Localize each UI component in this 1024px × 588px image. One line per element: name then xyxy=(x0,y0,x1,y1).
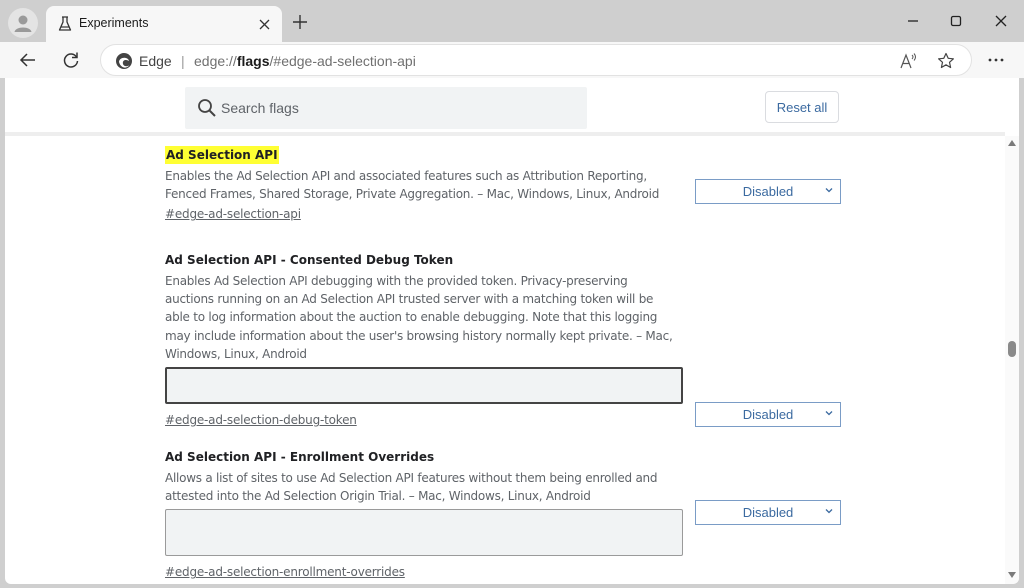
flag-state-select[interactable]: Disabled xyxy=(695,500,841,525)
tab-strip: Experiments xyxy=(0,0,1024,42)
flags-list: Ad Selection API Enables the Ad Selectio… xyxy=(5,140,1005,584)
close-icon xyxy=(259,19,269,29)
chevron-down-icon xyxy=(825,188,833,193)
maximize-button[interactable] xyxy=(942,8,970,34)
flag-title: Ad Selection API - Enrollment Overrides xyxy=(165,450,435,464)
flag-text-input[interactable] xyxy=(165,509,683,557)
flag-item: Ad Selection API Enables the Ad Selectio… xyxy=(165,146,865,223)
back-button[interactable] xyxy=(14,46,42,74)
read-aloud-icon xyxy=(900,53,916,69)
url-host: flags xyxy=(236,53,270,69)
flag-item: Ad Selection API - Consented Debug Token… xyxy=(165,251,865,429)
flag-description: Enables Ad Selection API debugging with … xyxy=(165,274,673,361)
url-scheme: edge:// xyxy=(194,53,237,69)
edge-logo-icon xyxy=(116,53,132,69)
vertical-scrollbar[interactable] xyxy=(1005,136,1019,584)
refresh-button[interactable] xyxy=(57,46,85,74)
flag-description: Allows a list of sites to use Ad Selecti… xyxy=(165,471,658,504)
more-icon xyxy=(988,58,1004,62)
scroll-up-arrow-icon[interactable] xyxy=(1008,140,1016,146)
reset-all-button[interactable]: Reset all xyxy=(765,91,839,123)
flag-title: Ad Selection API xyxy=(165,146,279,164)
flag-description: Enables the Ad Selection API and associa… xyxy=(165,169,660,202)
close-icon xyxy=(995,15,1007,27)
back-arrow-icon xyxy=(19,53,35,67)
flags-page: Reset all Ad Selection API Enables the A… xyxy=(5,78,1019,584)
flag-state-select[interactable]: Disabled xyxy=(695,402,841,427)
scroll-down-arrow-icon[interactable] xyxy=(1008,572,1016,578)
new-tab-button[interactable] xyxy=(288,10,312,34)
plus-icon xyxy=(293,15,307,29)
flag-title: Ad Selection API - Consented Debug Token xyxy=(165,253,454,267)
read-aloud-button[interactable] xyxy=(899,51,919,71)
chevron-down-icon xyxy=(825,411,833,416)
flags-header: Reset all xyxy=(5,78,1005,136)
flag-item: Ad Selection API - Enrollment Overrides … xyxy=(165,448,865,581)
tab-title: Experiments xyxy=(79,16,149,30)
select-value: Disabled xyxy=(742,184,794,199)
minimize-icon xyxy=(908,20,918,22)
select-value: Disabled xyxy=(742,505,794,520)
url-text[interactable]: edge://flags/#edge-ad-selection-api xyxy=(194,53,416,69)
address-separator: | xyxy=(181,53,185,69)
star-icon xyxy=(938,52,954,69)
maximize-icon xyxy=(950,15,962,27)
tab-experiments[interactable]: Experiments xyxy=(46,6,282,42)
browser-window: Experiments Edge | edge://flags/#edge-ad… xyxy=(0,0,1024,588)
flask-icon xyxy=(58,16,72,31)
flag-anchor-link[interactable]: #edge-ad-selection-enrollment-overrides xyxy=(165,565,405,579)
refresh-icon xyxy=(63,52,79,68)
close-window-button[interactable] xyxy=(987,8,1015,34)
site-identity-label: Edge xyxy=(139,53,172,69)
flag-anchor-link[interactable]: #edge-ad-selection-debug-token xyxy=(165,413,357,427)
search-input[interactable] xyxy=(221,87,581,129)
favorite-button[interactable] xyxy=(935,50,957,72)
toolbar: Edge | edge://flags/#edge-ad-selection-a… xyxy=(0,42,1024,78)
search-box[interactable] xyxy=(185,87,587,129)
flag-anchor-link[interactable]: #edge-ad-selection-api xyxy=(165,207,301,221)
flag-state-select[interactable]: Disabled xyxy=(695,179,841,204)
scrollbar-thumb[interactable] xyxy=(1008,341,1016,357)
settings-and-more-button[interactable] xyxy=(982,46,1010,74)
minimize-button[interactable] xyxy=(899,8,927,34)
profile-button[interactable] xyxy=(8,8,38,38)
address-bar[interactable]: Edge | edge://flags/#edge-ad-selection-a… xyxy=(100,44,972,76)
search-icon xyxy=(198,99,216,117)
profile-icon xyxy=(14,15,32,32)
url-path: /#edge-ad-selection-api xyxy=(269,53,416,69)
select-value: Disabled xyxy=(742,407,794,422)
tab-close-button[interactable] xyxy=(254,14,274,34)
chevron-down-icon xyxy=(825,509,833,514)
flag-text-input[interactable] xyxy=(165,367,683,405)
